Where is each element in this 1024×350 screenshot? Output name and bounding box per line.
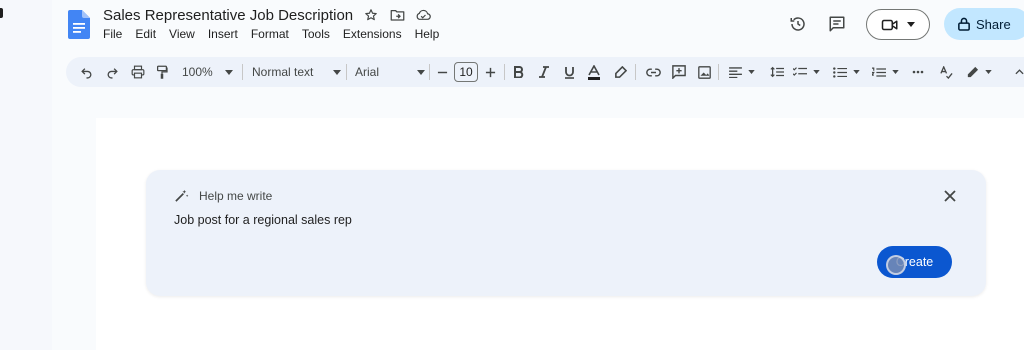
- undo-icon[interactable]: [80, 57, 93, 87]
- underline-icon[interactable]: [564, 57, 575, 87]
- toolbar-divider: [346, 64, 347, 80]
- checklist-icon: [793, 67, 807, 76]
- align-select[interactable]: [729, 57, 755, 87]
- checklist-select[interactable]: [793, 57, 820, 87]
- chevron-down-icon: [907, 21, 915, 27]
- pencil-icon: [967, 66, 979, 77]
- numbered-list-icon: [872, 67, 886, 77]
- help-me-write-title: Help me write: [199, 188, 273, 203]
- numbered-list-select[interactable]: [872, 57, 899, 87]
- document-title[interactable]: Sales Representative Job Description: [103, 7, 353, 24]
- docs-logo-icon[interactable]: [68, 10, 90, 39]
- increase-font-size-icon[interactable]: [485, 57, 496, 87]
- left-edge-marker: [0, 8, 3, 18]
- chevron-down-icon: [748, 70, 755, 74]
- title-row: Sales Representative Job Description: [103, 5, 431, 25]
- move-folder-icon[interactable]: [389, 7, 405, 23]
- toolbar-divider: [718, 64, 719, 80]
- toolbar-divider: [429, 64, 430, 80]
- text-color-icon[interactable]: [588, 57, 600, 87]
- decrease-font-size-icon[interactable]: [437, 57, 448, 87]
- print-icon[interactable]: [131, 57, 145, 87]
- toolbar-divider: [242, 64, 243, 80]
- chevron-down-icon: [985, 70, 992, 74]
- line-spacing-icon[interactable]: [770, 57, 784, 87]
- font-family-value: Arial: [355, 65, 380, 79]
- cloud-saved-icon[interactable]: [415, 7, 431, 23]
- chevron-down-icon: [813, 70, 820, 74]
- font-size-input-wrap: 10: [454, 57, 478, 87]
- more-options-icon[interactable]: [912, 57, 924, 87]
- bulleted-list-icon: [833, 66, 847, 78]
- comments-icon[interactable]: [827, 14, 847, 34]
- close-icon[interactable]: [942, 188, 958, 204]
- italic-icon[interactable]: [539, 57, 549, 87]
- share-button[interactable]: Share: [944, 8, 1024, 40]
- chevron-down-icon: [224, 69, 233, 75]
- menu-insert[interactable]: Insert: [208, 27, 245, 41]
- toolbar-divider: [635, 64, 636, 80]
- meet-button[interactable]: [866, 9, 930, 40]
- video-camera-icon: [881, 19, 898, 30]
- paragraph-style-select[interactable]: Normal text: [252, 57, 342, 87]
- menu-view[interactable]: View: [169, 27, 202, 41]
- font-family-select[interactable]: Arial: [355, 57, 426, 87]
- add-comment-icon[interactable]: [672, 57, 686, 87]
- highlight-color-icon[interactable]: [614, 57, 627, 87]
- left-margin-strip: [0, 0, 52, 350]
- prompt-input[interactable]: Job post for a regional sales rep: [174, 213, 352, 227]
- menu-format[interactable]: Format: [251, 27, 296, 41]
- spellcheck-icon[interactable]: [940, 57, 953, 87]
- chevron-down-icon: [853, 70, 860, 74]
- help-me-write-panel: Help me write Job post for a regional sa…: [146, 170, 986, 296]
- zoom-value: 100%: [182, 65, 213, 79]
- menu-help[interactable]: Help: [415, 27, 447, 41]
- insert-image-icon[interactable]: [698, 57, 711, 87]
- help-me-write-header: Help me write: [174, 188, 272, 203]
- bulleted-list-select[interactable]: [833, 57, 860, 87]
- star-icon[interactable]: [363, 7, 379, 23]
- font-size-input[interactable]: 10: [454, 62, 478, 82]
- menu-tools[interactable]: Tools: [302, 27, 337, 41]
- version-history-icon[interactable]: [788, 14, 808, 34]
- menu-bar: File Edit View Insert Format Tools Exten…: [103, 27, 452, 41]
- menu-file[interactable]: File: [103, 27, 129, 41]
- hide-menus-icon[interactable]: [1015, 57, 1024, 87]
- paragraph-style-value: Normal text: [252, 65, 314, 79]
- paint-format-icon[interactable]: [156, 57, 168, 87]
- bold-icon[interactable]: [514, 57, 524, 87]
- share-label: Share: [976, 16, 1011, 32]
- insert-link-icon[interactable]: [646, 57, 661, 87]
- mouse-cursor-indicator: [886, 255, 906, 275]
- formatting-toolbar: 100% Normal text Arial 10: [66, 57, 1024, 87]
- align-left-icon: [729, 66, 742, 78]
- menu-extensions[interactable]: Extensions: [343, 27, 409, 41]
- menu-edit[interactable]: Edit: [135, 27, 163, 41]
- chevron-down-icon: [892, 70, 899, 74]
- chevron-down-icon: [417, 69, 426, 75]
- toolbar-divider: [504, 64, 505, 80]
- magic-pen-icon: [175, 189, 189, 202]
- redo-icon[interactable]: [106, 57, 119, 87]
- zoom-select[interactable]: 100%: [182, 57, 233, 87]
- chevron-down-icon: [333, 69, 342, 75]
- editing-mode-select[interactable]: [966, 57, 992, 87]
- lock-icon: [958, 17, 970, 31]
